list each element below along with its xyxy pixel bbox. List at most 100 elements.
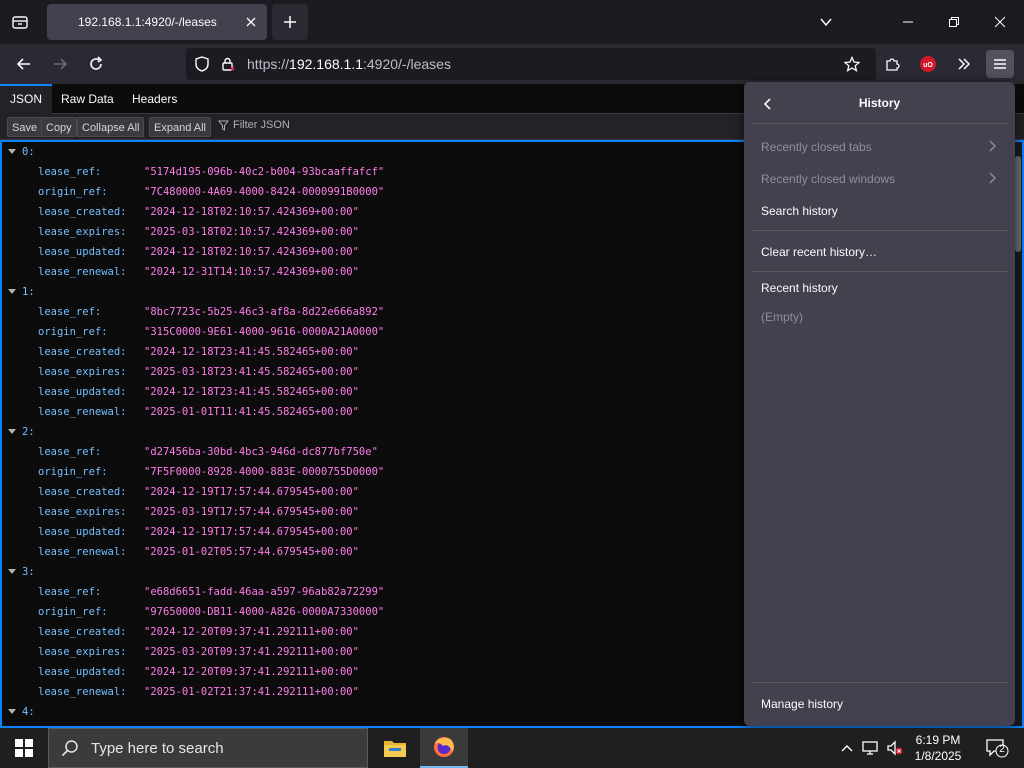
json-key: lease_renewal: [38, 266, 127, 278]
file-explorer-taskbar-button[interactable] [371, 728, 419, 768]
copy-button[interactable]: Copy [41, 117, 77, 137]
shield-icon[interactable] [194, 56, 210, 72]
list-all-tabs-button[interactable] [812, 8, 840, 36]
expand-toggle-icon[interactable] [8, 709, 16, 714]
url-text[interactable]: https://192.168.1.1:4920/-/leases [247, 56, 451, 72]
clock-date: 1/8/2025 [914, 749, 962, 763]
new-tab-button[interactable] [272, 4, 308, 40]
recently-closed-tabs-item[interactable]: Recently closed tabs [761, 140, 872, 154]
json-scrollbar[interactable] [1014, 142, 1022, 726]
arrow-left-icon [16, 58, 30, 70]
ublock-origin-icon: uO [920, 56, 936, 72]
json-index: 1: [22, 286, 35, 298]
divider [752, 271, 1007, 272]
close-icon [246, 17, 256, 27]
json-key: lease_ref: [38, 166, 102, 178]
manage-history-item[interactable]: Manage history [761, 697, 843, 711]
json-string-value: "2024-12-19T17:57:44.679545+00:00" [144, 526, 359, 538]
recent-history-heading: Recent history [761, 281, 838, 295]
tab-strip: 192.168.1.1:4920/-/leases [0, 0, 1024, 44]
app-menu-button[interactable] [986, 50, 1014, 78]
expand-all-button[interactable]: Expand All [149, 117, 211, 137]
json-key: origin_ref: [38, 606, 108, 618]
json-string-value: "2024-12-18T02:10:57.424369+00:00" [144, 206, 359, 218]
json-key: lease_expires: [38, 646, 127, 658]
reload-icon [90, 56, 103, 70]
url-bar[interactable]: https://192.168.1.1:4920/-/leases [186, 48, 876, 80]
url-path: :4920/-/leases [363, 56, 451, 72]
save-button[interactable]: Save [7, 117, 43, 137]
url-scheme: https:// [247, 56, 290, 72]
scroll-thumb[interactable] [1015, 156, 1021, 252]
json-key: lease_updated: [38, 526, 127, 538]
search-history-item[interactable]: Search history [761, 204, 838, 218]
forward-button[interactable] [46, 50, 74, 78]
json-key: lease_renewal: [38, 546, 127, 558]
extensions-button[interactable] [878, 50, 906, 78]
network-icon[interactable] [861, 738, 881, 758]
expand-toggle-icon[interactable] [8, 289, 16, 294]
tab-json[interactable]: JSON [0, 84, 53, 114]
clear-recent-history-item[interactable]: Clear recent history… [761, 245, 877, 259]
restore-button[interactable] [940, 8, 968, 36]
expand-toggle-icon[interactable] [8, 149, 16, 154]
ublock-origin-button[interactable]: uO [914, 50, 942, 78]
expand-toggle-icon[interactable] [8, 569, 16, 574]
json-key: lease_ref: [38, 446, 102, 458]
folder-icon [384, 741, 406, 757]
json-string-value: "e68d6651-fadd-46aa-a597-96ab82a72299" [144, 586, 385, 598]
close-window-button[interactable] [986, 8, 1014, 36]
tab-headers[interactable]: Headers [122, 84, 187, 114]
json-string-value: "2024-12-31T14:10:57.424369+00:00" [144, 266, 359, 278]
json-string-value: "7C480000-4A69-4000-8424-0000991B0000" [144, 186, 385, 198]
system-clock[interactable]: 6:19 PM 1/8/2025 [910, 732, 966, 764]
json-string-value: "97650000-DB11-4000-A826-0000A7330000" [144, 606, 385, 618]
hamburger-menu-icon [994, 59, 1006, 69]
json-string-value: "2024-12-19T17:57:44.679545+00:00" [144, 486, 359, 498]
history-panel: History Recently closed tabs Recently cl… [744, 82, 1015, 726]
clock-time: 6:19 PM [915, 733, 961, 747]
json-index: 2: [22, 426, 35, 438]
json-string-value: "5174d195-096b-40c2-b004-93bcaaffafcf" [144, 166, 385, 178]
notifications-button[interactable]: 2 [984, 738, 1010, 758]
taskbar-search-box[interactable]: Type here to search [48, 728, 368, 768]
filter-json-placeholder: Filter JSON [233, 119, 290, 131]
json-string-value: "2024-12-20T09:37:41.292111+00:00" [144, 666, 359, 678]
tab-list-icon [12, 16, 28, 29]
volume-muted-icon[interactable] [885, 738, 905, 758]
back-button[interactable] [10, 50, 38, 78]
json-string-value: "2025-03-20T09:37:41.292111+00:00" [144, 646, 359, 658]
json-index: 3: [22, 566, 35, 578]
divider [752, 230, 1007, 231]
bookmark-star-icon[interactable] [844, 56, 860, 72]
filter-json-input[interactable]: Filter JSON [218, 119, 290, 131]
reload-button[interactable] [82, 50, 110, 78]
active-tab[interactable]: 192.168.1.1:4920/-/leases [47, 4, 267, 40]
tab-list-button[interactable] [8, 10, 32, 34]
more-tools-button[interactable] [950, 50, 978, 78]
panel-title: History [858, 96, 901, 110]
expand-toggle-icon[interactable] [8, 429, 16, 434]
json-key: lease_created: [38, 486, 127, 498]
minimize-button[interactable] [894, 8, 922, 36]
recently-closed-windows-item[interactable]: Recently closed windows [761, 172, 895, 186]
json-string-value: "2025-01-02T21:37:41.292111+00:00" [144, 686, 359, 698]
json-key: lease_expires: [38, 366, 127, 378]
start-button[interactable] [0, 728, 48, 768]
plus-icon [284, 16, 296, 28]
filter-icon [218, 120, 229, 131]
chevron-down-icon [820, 18, 832, 27]
tab-raw-data[interactable]: Raw Data [51, 84, 124, 114]
firefox-icon [434, 737, 454, 757]
json-key: lease_ref: [38, 306, 102, 318]
lock-icon[interactable] [220, 56, 236, 72]
tab-close-button[interactable] [243, 14, 259, 30]
collapse-all-button[interactable]: Collapse All [77, 117, 145, 137]
tab-title: 192.168.1.1:4920/-/leases [78, 15, 217, 29]
close-icon [994, 16, 1006, 28]
chevron-up-icon[interactable] [837, 738, 857, 758]
firefox-taskbar-button[interactable] [420, 728, 468, 768]
chevron-right-icon [987, 171, 997, 185]
json-index: 4: [22, 706, 35, 718]
arrow-right-icon [54, 58, 68, 70]
